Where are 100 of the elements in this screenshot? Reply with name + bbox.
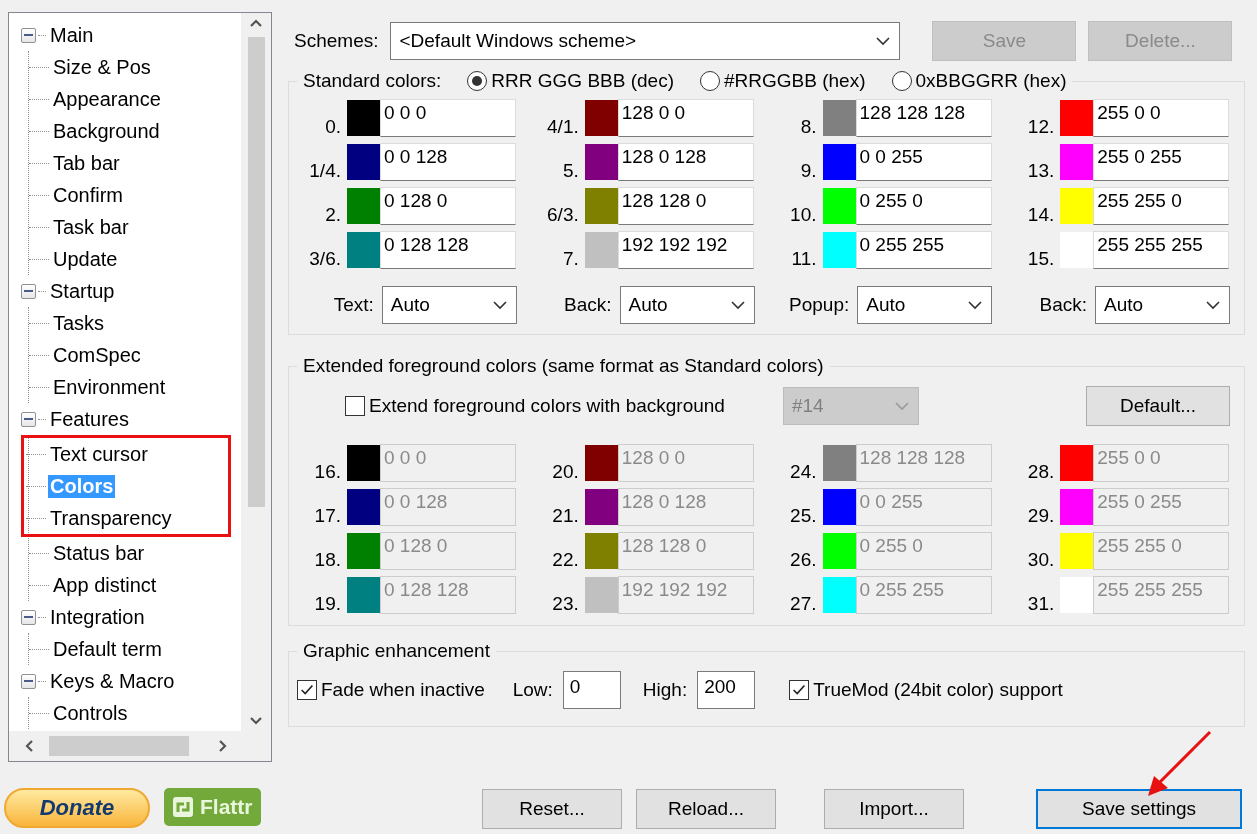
vertical-scrollbar[interactable] bbox=[241, 13, 271, 731]
color-value-field[interactable]: 128 128 0 bbox=[617, 187, 754, 225]
color-swatch[interactable] bbox=[1060, 533, 1094, 569]
color-value-field[interactable]: 255 0 0 bbox=[1093, 99, 1230, 137]
color-swatch[interactable] bbox=[347, 232, 380, 268]
checkbox-label[interactable]: Fade when inactive bbox=[321, 679, 485, 701]
collapse-icon[interactable] bbox=[21, 283, 36, 299]
radio-button[interactable] bbox=[700, 71, 720, 91]
tree-item[interactable]: App distinct bbox=[51, 573, 159, 597]
color-value-field[interactable]: 255 0 255 bbox=[1093, 143, 1230, 181]
tree-item[interactable]: Startup bbox=[48, 279, 117, 303]
color-swatch[interactable] bbox=[347, 144, 380, 180]
tree-item[interactable]: Tab bar bbox=[51, 151, 122, 175]
color-value-field[interactable]: 255 255 255 bbox=[1093, 231, 1230, 269]
color-value-field[interactable]: 0 128 128 bbox=[380, 231, 516, 269]
radio-button[interactable] bbox=[891, 71, 912, 91]
checkbox-label[interactable]: TrueMod (24bit color) support bbox=[813, 679, 1063, 701]
tree-item[interactable]: Environment bbox=[51, 375, 168, 399]
color-value-field[interactable]: 0 0 255 bbox=[855, 143, 992, 181]
collapse-icon[interactable] bbox=[21, 411, 36, 427]
color-swatch[interactable] bbox=[1060, 232, 1094, 268]
collapse-icon[interactable] bbox=[21, 673, 36, 689]
color-swatch[interactable] bbox=[347, 577, 380, 613]
tree-item[interactable]: Text cursor bbox=[48, 442, 150, 466]
horizontal-scrollbar[interactable] bbox=[9, 731, 241, 761]
color-value-field[interactable]: 192 192 192 bbox=[617, 231, 754, 269]
tree-item[interactable]: Background bbox=[51, 119, 162, 143]
high-field[interactable]: 200 bbox=[697, 671, 756, 709]
color-value-field[interactable]: 0 255 255 bbox=[855, 231, 992, 269]
default-button[interactable]: Default... bbox=[1086, 386, 1230, 426]
tree-item[interactable]: Size & Pos bbox=[51, 55, 153, 79]
tree-item[interactable]: Keys & Macro bbox=[48, 669, 177, 693]
tree-item[interactable]: Appearance bbox=[51, 87, 163, 111]
color-value-field[interactable]: 0 255 0 bbox=[855, 187, 992, 225]
collapse-icon[interactable] bbox=[21, 27, 36, 43]
color-value-field[interactable]: 255 255 0 bbox=[1093, 187, 1230, 225]
color-swatch[interactable] bbox=[822, 533, 856, 569]
color-value-field[interactable]: 0 128 0 bbox=[380, 187, 516, 225]
tree-item[interactable]: ComSpec bbox=[51, 343, 143, 367]
scroll-thumb[interactable] bbox=[49, 736, 189, 756]
tree-item[interactable]: Status bar bbox=[51, 541, 147, 565]
tree-item[interactable]: Confirm bbox=[51, 183, 125, 207]
checkbox[interactable] bbox=[297, 680, 317, 700]
color-swatch[interactable] bbox=[347, 489, 380, 525]
tree-item[interactable]: Integration bbox=[48, 605, 147, 629]
color-swatch[interactable] bbox=[1060, 100, 1094, 136]
checkbox-label[interactable]: Extend foreground colors with background bbox=[369, 395, 725, 417]
color-swatch[interactable] bbox=[822, 577, 856, 613]
action-button[interactable]: Reload... bbox=[636, 789, 776, 829]
color-swatch[interactable] bbox=[584, 445, 618, 481]
radio-label[interactable]: RRR GGG BBB (dec) bbox=[491, 70, 674, 92]
tree-item[interactable]: Controls bbox=[51, 701, 130, 725]
donate-button[interactable]: Donate bbox=[4, 788, 150, 828]
tree-item[interactable]: Main bbox=[48, 23, 96, 47]
color-dropdown[interactable]: Auto bbox=[857, 286, 993, 324]
checkbox[interactable] bbox=[345, 396, 365, 416]
color-swatch[interactable] bbox=[584, 489, 618, 525]
tree-item[interactable]: Transparency bbox=[48, 506, 174, 530]
color-swatch[interactable] bbox=[822, 445, 856, 481]
color-swatch[interactable] bbox=[584, 144, 618, 180]
color-dropdown[interactable]: Auto bbox=[619, 286, 755, 324]
tree-item[interactable]: Tasks bbox=[51, 311, 107, 335]
color-swatch[interactable] bbox=[1060, 445, 1094, 481]
color-swatch[interactable] bbox=[822, 489, 856, 525]
color-swatch[interactable] bbox=[584, 577, 618, 613]
checkbox[interactable] bbox=[789, 680, 810, 700]
tree-item[interactable]: Task bar bbox=[51, 215, 131, 239]
color-swatch[interactable] bbox=[584, 232, 618, 268]
color-swatch[interactable] bbox=[822, 100, 856, 136]
color-swatch[interactable] bbox=[347, 533, 380, 569]
color-value-field[interactable]: 128 0 0 bbox=[617, 99, 754, 137]
color-swatch[interactable] bbox=[584, 188, 618, 224]
color-swatch[interactable] bbox=[347, 188, 380, 224]
collapse-icon[interactable] bbox=[21, 609, 36, 625]
action-button[interactable]: Save settings bbox=[1036, 789, 1242, 829]
color-value-field[interactable]: 128 128 128 bbox=[855, 99, 992, 137]
color-dropdown[interactable]: Auto bbox=[381, 286, 517, 324]
color-swatch[interactable] bbox=[584, 100, 618, 136]
low-field[interactable]: 0 bbox=[562, 671, 621, 709]
tree-item[interactable]: Default term bbox=[51, 637, 164, 661]
color-swatch[interactable] bbox=[347, 445, 380, 481]
color-swatch[interactable] bbox=[822, 188, 856, 224]
color-value-field[interactable]: 0 0 128 bbox=[380, 143, 516, 181]
scroll-thumb[interactable] bbox=[247, 37, 265, 507]
color-swatch[interactable] bbox=[1060, 489, 1094, 525]
color-value-field[interactable]: 128 0 128 bbox=[617, 143, 754, 181]
color-swatch[interactable] bbox=[584, 533, 618, 569]
color-swatch[interactable] bbox=[822, 144, 856, 180]
color-swatch[interactable] bbox=[1060, 188, 1094, 224]
action-button[interactable]: Reset... bbox=[482, 789, 622, 829]
color-swatch[interactable] bbox=[1060, 144, 1094, 180]
radio-label[interactable]: #RRGGBB (hex) bbox=[724, 70, 866, 92]
action-button[interactable]: Import... bbox=[824, 789, 964, 829]
color-swatch[interactable] bbox=[1060, 577, 1094, 613]
radio-button[interactable] bbox=[467, 71, 488, 91]
radio-label[interactable]: 0xBBGGRR (hex) bbox=[915, 70, 1067, 92]
color-swatch[interactable] bbox=[347, 100, 380, 136]
color-swatch[interactable] bbox=[822, 232, 856, 268]
color-value-field[interactable]: 0 0 0 bbox=[380, 99, 516, 137]
tree-item[interactable]: Features bbox=[48, 407, 131, 431]
